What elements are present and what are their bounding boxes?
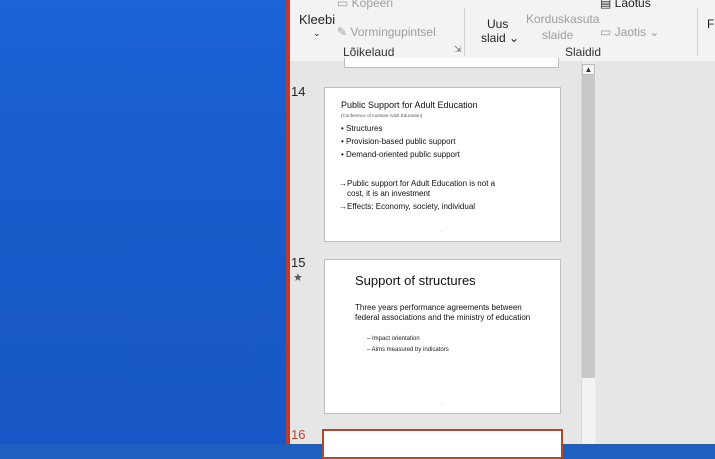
list-item: • Demand-oriented public support [341, 150, 460, 159]
new-slide-button[interactable]: Uus [487, 17, 508, 31]
format-painter-icon: ✎ [337, 25, 351, 39]
chevron-down-icon: ⌄ [649, 25, 660, 39]
bullet-list: • Structures • Provision-based public su… [341, 122, 460, 161]
slide-thumbnail-16-selected[interactable] [322, 429, 563, 459]
slide-number: 15 [291, 255, 306, 270]
slide-editor-area[interactable] [596, 61, 715, 444]
slide-number: 14 [291, 84, 306, 99]
list-item: • Provision-based public support [341, 137, 456, 146]
sections-button[interactable]: ▭ Jaotis ⌄ [600, 25, 659, 39]
next-group-button[interactable]: F [707, 17, 714, 31]
slide-thumbnail-13-partial[interactable] [344, 58, 559, 68]
scrollbar-thumb[interactable] [582, 66, 595, 378]
slide-title: Support of structures [355, 273, 476, 288]
paste-button[interactable]: Kleebi [299, 12, 335, 27]
list-item: • Structures [341, 124, 383, 133]
clipboard-dialog-launcher-icon[interactable]: ⇲ [454, 44, 462, 55]
slide-sub-bullet: – Impact orientation [367, 336, 420, 342]
slide-text: cost, it is an investment [347, 189, 431, 198]
new-slide-dropdown[interactable]: slaid ⌄ [481, 31, 519, 45]
group-separator [697, 8, 698, 56]
chevron-down-icon: ⌄ [509, 31, 520, 45]
animation-star-icon: ★ [293, 272, 303, 284]
slide-body-text: Three years performance agreements betwe… [355, 303, 531, 322]
slide-thumbnail-15[interactable]: Support of structures Three years perfor… [324, 259, 561, 414]
slide-text: →Effects: Economy, society, individual [339, 202, 476, 211]
slide-thumbnail-14[interactable]: Public Support for Adult Education (Conf… [324, 87, 561, 242]
slide-text: →Public support for Adult Education is n… [339, 179, 496, 188]
slides-group-label: Slaidid [565, 45, 602, 59]
copy-icon: ▭ [337, 0, 352, 10]
copy-button[interactable]: ▭ Kopeeri [337, 0, 393, 10]
slide-title: Public Support for Adult Education [341, 100, 478, 110]
group-separator [464, 8, 465, 56]
slide-thumbnails-pane: 14 Public Support for Adult Education (C… [289, 58, 596, 459]
scrollbar-track-lower[interactable] [582, 378, 595, 444]
slide-sub-bullet: – Aims measured by indicators [367, 347, 449, 353]
format-painter-button[interactable]: ✎ Vormingupintsel [337, 25, 436, 39]
slide-subtitle: (Conference of Austrian Adult Education) [341, 113, 423, 118]
slide-number: 16 [291, 427, 306, 442]
section-icon: ▭ [600, 25, 615, 39]
slide-page-number: " [441, 402, 443, 407]
ribbon: Kleebi ⌄ ▭ Kopeeri ✎ Vormingupintsel Lõi… [289, 0, 715, 62]
clipboard-group-label: Lõikelaud [343, 45, 395, 59]
scroll-up-icon[interactable]: ▲ [582, 64, 595, 75]
layout-icon: ▤ [600, 0, 615, 10]
reuse-slides-label: slaide [542, 28, 574, 42]
slide-page-number: " [441, 230, 443, 235]
paste-dropdown-chevron-icon[interactable]: ⌄ [313, 28, 321, 39]
desktop-background [0, 0, 289, 444]
window-border [286, 0, 290, 444]
reuse-slides-button[interactable]: Korduskasuta [526, 12, 599, 26]
layout-button[interactable]: ▤ Laotus [600, 0, 651, 10]
